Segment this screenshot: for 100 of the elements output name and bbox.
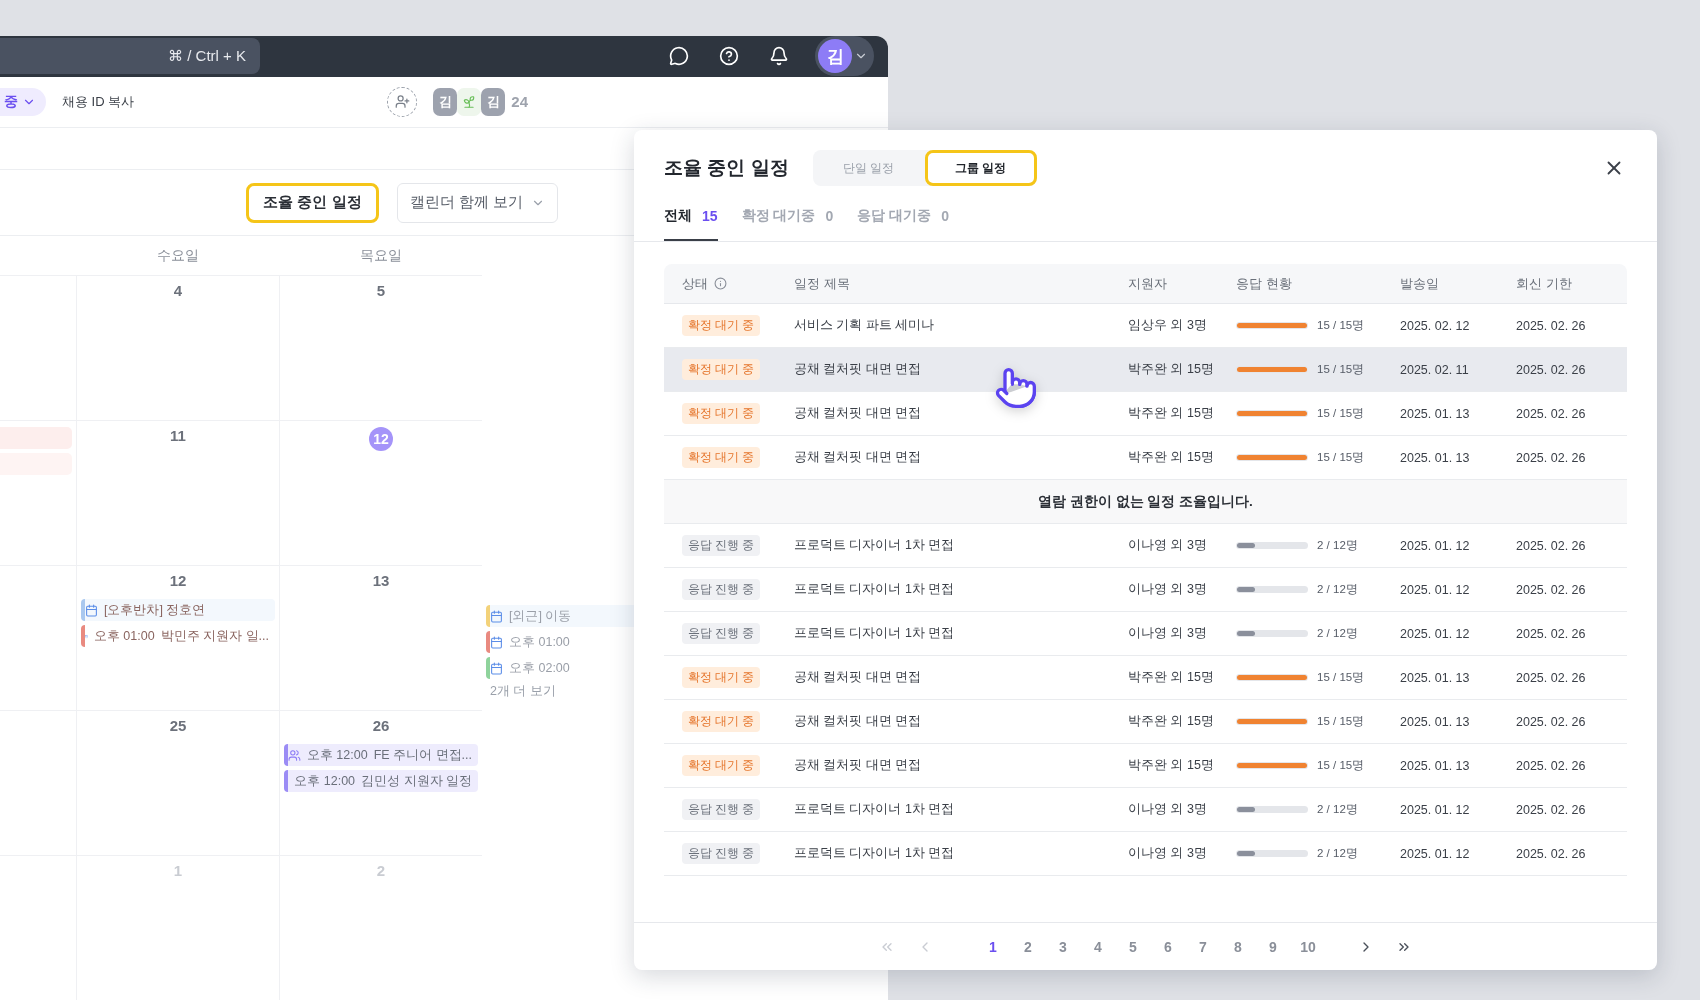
applicant-text: 박주완 외 15명 xyxy=(1128,449,1215,466)
calendar-select[interactable]: 캘린더 함께 보기 xyxy=(396,182,558,223)
status-badge: 응답 진행 중 xyxy=(682,535,761,556)
calendar-event[interactable]: 오후 12:00 FE 주니어 면접... xyxy=(284,744,478,766)
info-icon[interactable] xyxy=(714,277,727,290)
response-count: 15 / 15명 xyxy=(1317,450,1365,465)
table-header: 상태 일정 제목 지원자 응답 현황 발송일 회신 기한 xyxy=(664,264,1627,304)
group-icon xyxy=(288,748,301,762)
schedule-title: 공채 컬처핏 대면 면접 xyxy=(794,757,923,774)
applicant-text: 이나영 외 3명 xyxy=(1128,581,1208,598)
calendar-event[interactable]: 오후 12:00 김민성 지원자 일정 xyxy=(284,770,478,792)
response-count: 15 / 15명 xyxy=(1317,714,1365,729)
sent-date: 2025. 01. 13 xyxy=(1400,670,1471,685)
status-badge: 확정 대기 중 xyxy=(682,403,761,424)
status-badge: 확정 대기 중 xyxy=(682,667,761,688)
schedule-title: 프로덕트 디자이너 1차 면접 xyxy=(794,625,956,642)
profile-menu-button[interactable]: 김 xyxy=(815,36,874,77)
response-count: 15 / 15명 xyxy=(1317,758,1365,773)
applicant-text: 박주완 외 15명 xyxy=(1128,361,1215,378)
due-date: 2025. 02. 26 xyxy=(1516,802,1587,817)
due-date: 2025. 02. 26 xyxy=(1516,670,1587,685)
due-date: 2025. 02. 26 xyxy=(1516,758,1587,773)
page-number[interactable]: 5 xyxy=(1117,930,1149,963)
schedule-title: 서비스 기획 파트 세미나 xyxy=(794,317,936,334)
calendar-event[interactable]: [오후반차] 정호연 xyxy=(81,599,275,621)
pending-schedule-button[interactable]: 조율 중인 일정 xyxy=(246,182,379,223)
status-badge: 확정 대기 중 xyxy=(682,359,761,380)
sent-date: 2025. 01. 12 xyxy=(1400,538,1471,553)
sent-date: 2025. 01. 12 xyxy=(1400,626,1471,641)
applicant-text: 임상우 외 3명 xyxy=(1128,317,1208,334)
weekday-label: 수요일 xyxy=(76,235,279,275)
status-badge: 응답 진행 중 xyxy=(682,623,761,644)
weekday-label: 목요일 xyxy=(279,235,482,275)
copy-id-link[interactable]: 채용 ID 복사 xyxy=(62,92,135,111)
sent-date: 2025. 01. 13 xyxy=(1400,450,1471,465)
applicant-text: 박주완 외 15명 xyxy=(1128,713,1215,730)
schedule-title: 프로덕트 디자이너 1차 면접 xyxy=(794,801,956,818)
sent-date: 2025. 01. 12 xyxy=(1400,802,1471,817)
applicant-text: 박주완 외 15명 xyxy=(1128,757,1215,774)
page-number[interactable]: 10 xyxy=(1292,930,1324,963)
page-number[interactable]: 7 xyxy=(1187,930,1219,963)
status-badge: 확정 대기 중 xyxy=(682,711,761,732)
applicant-text: 이나영 외 3명 xyxy=(1128,537,1208,554)
page-number[interactable]: 1 xyxy=(977,930,1009,963)
segment-tab[interactable]: 그룹 일정 xyxy=(924,150,1037,186)
date-number: 12 xyxy=(169,572,187,589)
no-permission-notice: 열람 권한이 없는 일정 조율입니다. xyxy=(664,480,1627,524)
status-badge: 확정 대기 중 xyxy=(682,755,761,776)
search-field[interactable]: ⌘ / Ctrl + K xyxy=(0,38,260,75)
response-count: 15 / 15명 xyxy=(1317,670,1365,685)
sent-date: 2025. 01. 12 xyxy=(1400,846,1471,861)
due-date: 2025. 02. 26 xyxy=(1516,846,1587,861)
sent-date: 2025. 01. 12 xyxy=(1400,582,1471,597)
schedule-title: 공채 컬처핏 대면 면접 xyxy=(794,361,923,378)
due-date: 2025. 02. 26 xyxy=(1516,318,1587,333)
page-number[interactable]: 6 xyxy=(1152,930,1184,963)
sent-date: 2025. 01. 13 xyxy=(1400,406,1471,421)
schedule-title: 프로덕트 디자이너 1차 면접 xyxy=(794,537,956,554)
due-date: 2025. 02. 26 xyxy=(1516,406,1587,421)
page-number[interactable]: 8 xyxy=(1222,930,1254,963)
page-number[interactable]: 3 xyxy=(1047,930,1079,963)
filter-tab[interactable]: 전체 15 xyxy=(664,192,718,241)
applicant-text: 박주완 외 15명 xyxy=(1128,405,1215,422)
status-dropdown[interactable]: 중 xyxy=(0,87,46,116)
due-date: 2025. 02. 26 xyxy=(1516,538,1587,553)
applicant-text: 이나영 외 3명 xyxy=(1128,801,1208,818)
hand-cursor-icon xyxy=(994,366,1038,410)
date-number: 13 xyxy=(372,572,390,589)
due-date: 2025. 02. 26 xyxy=(1516,362,1587,377)
modal-title: 조율 중인 일정 xyxy=(664,156,789,180)
calendar-event[interactable]: 오후 01:00 박민주 지원자 일... xyxy=(81,625,275,647)
schedule-title: 프로덕트 디자이너 1차 면접 xyxy=(794,845,956,862)
response-count: 2 / 12명 xyxy=(1317,802,1358,817)
applicant-text: 이나영 외 3명 xyxy=(1128,625,1208,642)
response-count: 2 / 12명 xyxy=(1317,846,1358,861)
page-number[interactable]: 4 xyxy=(1082,930,1114,963)
status-badge: 응답 진행 중 xyxy=(682,843,761,864)
member-count: 24 xyxy=(511,93,528,111)
sent-date: 2025. 02. 12 xyxy=(1400,318,1471,333)
applicant-text: 이나영 외 3명 xyxy=(1128,845,1208,862)
due-date: 2025. 02. 26 xyxy=(1516,626,1587,641)
date-number: 4 xyxy=(173,282,183,299)
date-number: 26 xyxy=(372,717,390,734)
member-avatar: 김 xyxy=(481,87,506,116)
member-avatar: 김 xyxy=(433,87,458,116)
response-count: 15 / 15명 xyxy=(1317,318,1365,333)
page-number[interactable]: 9 xyxy=(1257,930,1289,963)
schedule-title: 공채 컬처핏 대면 면접 xyxy=(794,405,923,422)
due-date: 2025. 02. 26 xyxy=(1516,450,1587,465)
status-badge: 응답 진행 중 xyxy=(682,579,761,600)
today-date: 12 xyxy=(369,427,393,451)
response-count: 2 / 12명 xyxy=(1317,538,1358,553)
page-number[interactable]: 2 xyxy=(1012,930,1044,963)
schedule-title: 공채 컬처핏 대면 면접 xyxy=(794,669,923,686)
sent-date: 2025. 01. 13 xyxy=(1400,714,1471,729)
date-number: 5 xyxy=(376,282,386,299)
response-count: 15 / 15명 xyxy=(1317,406,1365,421)
date-number: 25 xyxy=(169,717,187,734)
schedule-title: 공채 컬처핏 대면 면접 xyxy=(794,713,923,730)
date-number: 11 xyxy=(170,427,186,444)
